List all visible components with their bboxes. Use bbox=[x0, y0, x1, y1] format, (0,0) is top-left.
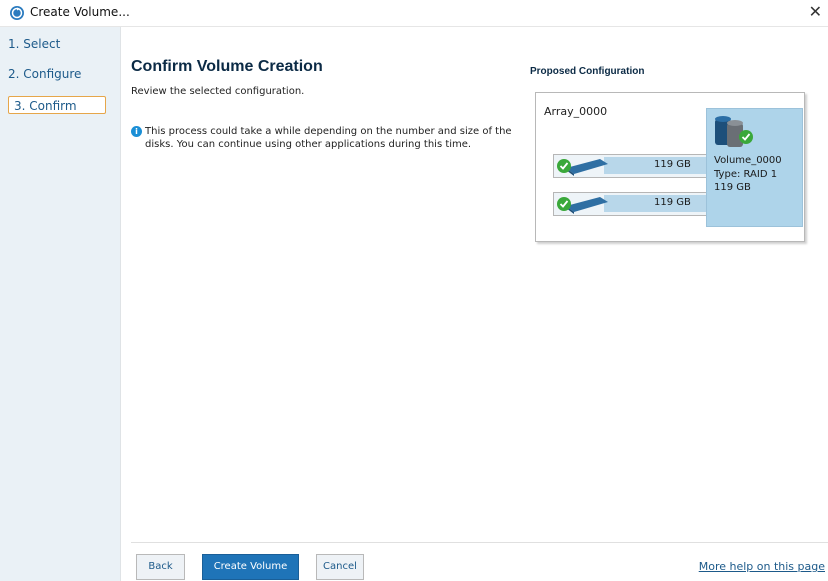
refresh-icon bbox=[10, 6, 24, 20]
array-label: Array_0000 bbox=[544, 105, 608, 118]
footer-divider bbox=[131, 542, 828, 543]
help-link[interactable]: More help on this page bbox=[699, 560, 825, 573]
back-button[interactable]: Back bbox=[136, 554, 185, 580]
create-volume-button[interactable]: Create Volume bbox=[202, 554, 299, 580]
disk-drive-icon bbox=[557, 197, 608, 214]
info-message: This process could take a while dependin… bbox=[145, 126, 512, 150]
volume-type: Type: RAID 1 bbox=[714, 169, 778, 180]
page-title: Confirm Volume Creation bbox=[131, 58, 323, 75]
title-bar: Create Volume... ✕ bbox=[0, 0, 828, 27]
disk-size: 119 GB bbox=[654, 197, 691, 208]
volume-size: 119 GB bbox=[714, 182, 751, 193]
info-icon: i bbox=[131, 126, 142, 137]
disk-drive-icon bbox=[557, 159, 608, 176]
volume-card: Volume_0000 Type: RAID 1 119 GB bbox=[706, 108, 803, 227]
volume-icon bbox=[715, 116, 753, 147]
close-icon[interactable]: ✕ bbox=[809, 2, 822, 21]
disk-size: 119 GB bbox=[654, 159, 691, 170]
sidebar-item-select[interactable]: 1. Select bbox=[8, 37, 60, 51]
sidebar-item-configure[interactable]: 2. Configure bbox=[8, 67, 81, 81]
sidebar-item-confirm[interactable]: 3. Confirm bbox=[8, 96, 106, 114]
page-subtitle: Review the selected configuration. bbox=[131, 86, 305, 97]
configuration-diagram: Array_0000 119 GB 119 GB Volume_0000 Typ… bbox=[535, 92, 805, 242]
window-title: Create Volume... bbox=[30, 5, 130, 19]
volume-name: Volume_0000 bbox=[714, 155, 782, 166]
proposed-configuration-title: Proposed Configuration bbox=[530, 66, 645, 77]
cancel-button[interactable]: Cancel bbox=[316, 554, 364, 580]
